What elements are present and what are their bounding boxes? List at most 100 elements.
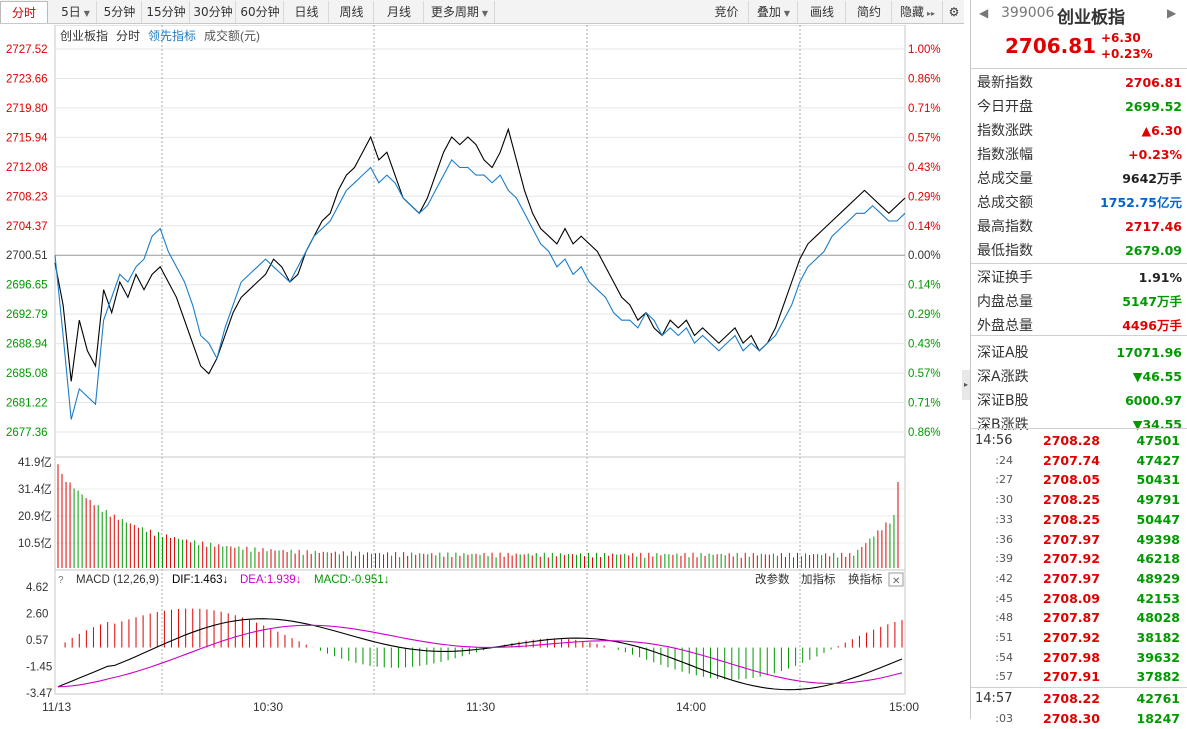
tab-label: 分时 (11, 6, 36, 20)
tick-time: :48 (995, 611, 1013, 625)
tick-price: 2707.97 (1043, 531, 1100, 547)
tick-row: :57 2707.91 37882 (971, 667, 1187, 687)
tick-price: 2708.28 (1043, 433, 1100, 448)
stat-label: 最新指数 (977, 75, 1033, 91)
tab-5[interactable]: 60分钟 (237, 1, 284, 23)
stat-value: 5147万手 (1122, 294, 1182, 309)
tick-row: :48 2707.87 48028 (971, 608, 1187, 628)
tab-1[interactable]: 5日 ▼ (55, 1, 97, 23)
tool-label: 简约 (856, 5, 881, 19)
stat-value: ▼46.55 (1132, 369, 1182, 384)
price-tick-label: 2685.08 (6, 368, 48, 380)
double-arrow-icon: ▸▸ (926, 9, 936, 18)
stat-label: 深证B股 (977, 393, 1029, 409)
tab-label: 30分钟 (193, 5, 233, 19)
settings-gear-icon[interactable]: ⚙ (945, 1, 963, 23)
stat-label: 总成交量 (977, 171, 1033, 187)
macd-label: MACD:-0.951↓ (314, 574, 389, 586)
leading-indicator-label: 领先指标 (148, 28, 196, 43)
stat-row: 深证换手 1.91% (971, 266, 1187, 290)
tool-4[interactable]: 隐藏 ▸▸ (893, 1, 943, 23)
pct-tick-label: 0.86% (908, 73, 941, 85)
tick-time: :33 (995, 512, 1013, 526)
tick-row: :51 2707.92 38182 (971, 628, 1187, 648)
price-tick-label: 2681.22 (6, 398, 48, 410)
prev-arrow-icon[interactable]: ◀ (979, 6, 988, 20)
stat-row: 内盘总量 5147万手 (971, 290, 1187, 314)
tick-price: 2708.25 (1043, 492, 1100, 508)
price-tick-label: 2715.94 (6, 132, 48, 144)
tab-7[interactable]: 周线 (330, 1, 374, 23)
tick-volume: 50447 (1136, 511, 1181, 527)
panel-toggle-arrow-icon[interactable]: ▸ (962, 370, 970, 400)
tick-price: 2707.97 (1043, 570, 1100, 586)
tab-label: 60分钟 (240, 5, 280, 19)
pct-tick-label: 0.43% (908, 162, 941, 174)
tick-row: :45 2708.09 42153 (971, 589, 1187, 609)
tick-time: 14:57 (975, 691, 1013, 707)
volume-tick-label: 20.9亿 (18, 510, 52, 523)
tab-label: 周线 (339, 5, 364, 19)
tab-2[interactable]: 5分钟 (98, 1, 142, 23)
tab-4[interactable]: 30分钟 (191, 1, 236, 23)
tick-row: 14:57 2708.22 42761 (971, 689, 1187, 709)
tool-2[interactable]: 画线 (799, 1, 846, 23)
pct-tick-label: 0.43% (908, 339, 941, 351)
tab-6[interactable]: 日线 (285, 1, 329, 23)
tick-time: :51 (995, 631, 1013, 644)
tab-label: 日线 (294, 5, 319, 19)
tick-time: :45 (995, 591, 1013, 605)
macd-action-2[interactable]: 换指标 (848, 572, 883, 586)
tab-label: 5日 (61, 5, 81, 19)
tool-0[interactable]: 竞价 (705, 1, 749, 23)
pct-tick-label: 0.71% (908, 398, 941, 410)
tick-row: 14:56 2708.28 47501 (971, 431, 1187, 451)
pct-tick-label: 0.00% (908, 250, 941, 262)
tab-3[interactable]: 15分钟 (143, 1, 190, 23)
macd-tick-label: -3.47 (26, 688, 52, 700)
stat-row: 最高指数 2717.46 (971, 215, 1187, 239)
tick-price: 2708.25 (1043, 511, 1100, 527)
tick-volume: 48929 (1136, 570, 1181, 586)
pct-tick-label: 1.00% (908, 44, 941, 56)
price-change: +6.30 (1101, 31, 1141, 45)
time-tick-label: 11/13 (42, 700, 71, 714)
tab-8[interactable]: 月线 (375, 1, 424, 23)
macd-action-1[interactable]: 加指标 (801, 572, 836, 586)
tick-price: 2707.92 (1043, 630, 1100, 645)
next-arrow-icon[interactable]: ▶ (1167, 6, 1176, 20)
tick-volume: 38182 (1136, 630, 1181, 645)
tick-volume: 37882 (1136, 669, 1181, 685)
tick-row: :42 2707.97 48929 (971, 569, 1187, 589)
stat-label: 今日开盘 (977, 99, 1033, 115)
index-name: 创业板指 (1057, 8, 1125, 28)
chevron-down-icon: ▼ (481, 9, 489, 18)
chart-name: 创业板指 (60, 28, 108, 43)
price-tick-label: 2723.66 (6, 73, 48, 85)
stat-row: 指数涨跌 ▲6.30 (971, 119, 1187, 143)
stat-label: 深证换手 (977, 270, 1033, 286)
tick-time: :54 (995, 650, 1013, 664)
pct-tick-label: 0.71% (908, 103, 941, 115)
tick-volume: 46218 (1136, 551, 1181, 567)
tab-9[interactable]: 更多周期 ▼ (425, 1, 495, 23)
stat-row: 总成交额 1752.75亿元 (971, 191, 1187, 215)
dea-line (57, 624, 903, 688)
stat-row: 最新指数 2706.81 (971, 71, 1187, 95)
macd-action-0[interactable]: 改参数 (755, 572, 790, 586)
time-tick-label: 15:00 (889, 700, 919, 714)
stat-row: 最低指数 2679.09 (971, 239, 1187, 263)
tool-3[interactable]: 简约 (847, 1, 892, 23)
volume-tick-label: 41.9亿 (18, 456, 52, 469)
tick-time: :39 (995, 552, 1013, 566)
tick-price: 2708.05 (1043, 472, 1100, 488)
pct-tick-label: 0.57% (908, 132, 941, 144)
tab-0[interactable]: 分时 (0, 1, 48, 23)
timeshare-chart[interactable]: 2727.52 1.00% 2723.66 0.86% 2719.80 0.71% 2715… (0, 25, 964, 719)
chevron-down-icon: ▼ (783, 9, 791, 18)
tick-time: 14:56 (975, 433, 1013, 448)
stat-value: +0.23% (1128, 147, 1182, 162)
tick-price: 2707.87 (1043, 610, 1100, 626)
time-tick-label: 10:30 (253, 700, 283, 714)
tool-1[interactable]: 叠加 ▼ (750, 1, 798, 23)
